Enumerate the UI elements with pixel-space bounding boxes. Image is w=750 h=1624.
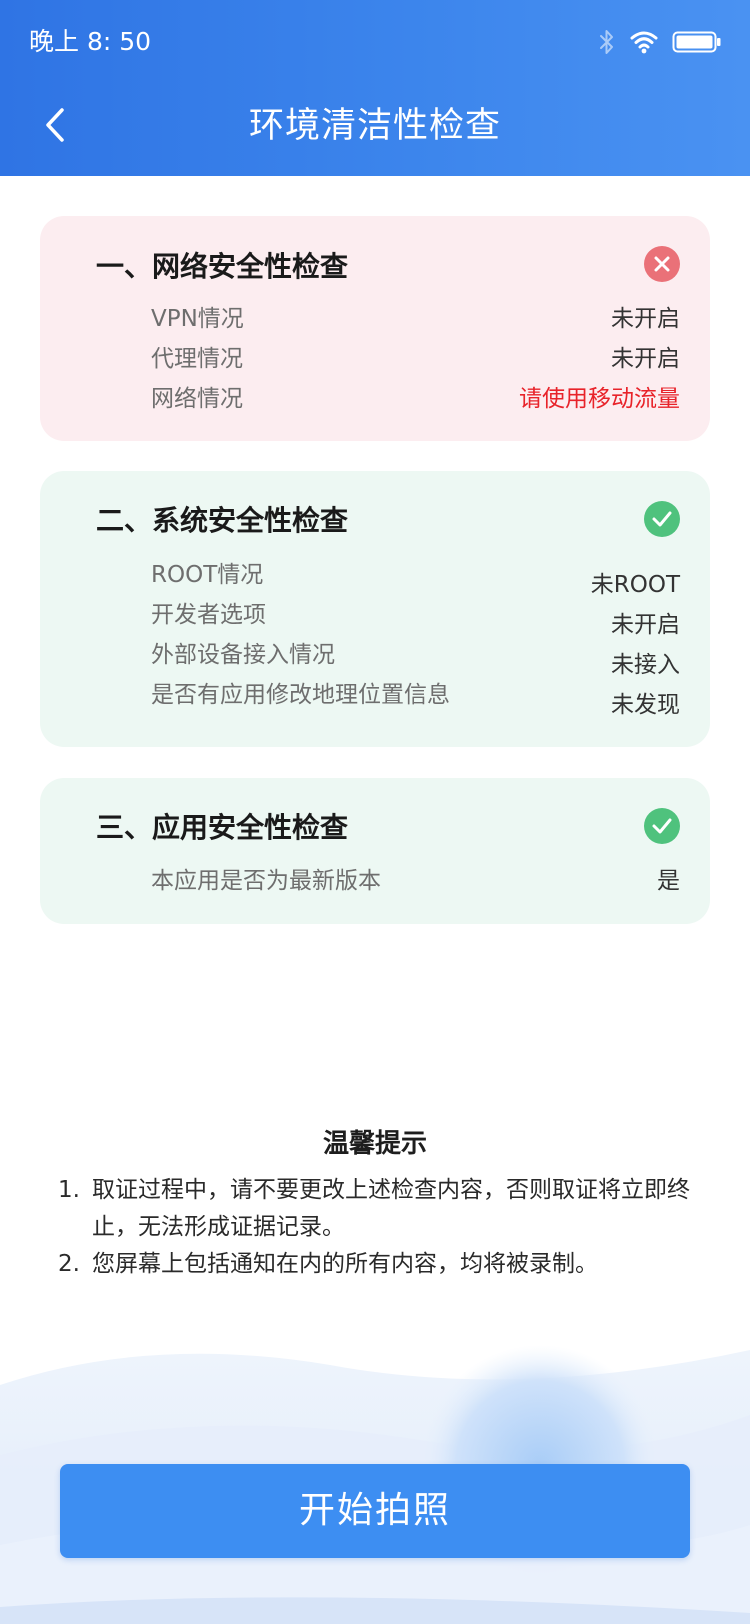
check-circle-icon — [644, 808, 680, 844]
row-value-developer: 未开启 — [611, 612, 680, 638]
row-label-location: 是否有应用修改地理位置信息 — [151, 682, 450, 708]
app-security-card: 三、应用安全性检查 本应用是否为最新版本 是 — [40, 778, 710, 924]
section-title: 三、应用安全性检查 — [96, 811, 349, 844]
tips-list: 1. 取证过程中，请不要更改上述检查内容，否则取证将立即终止，无法形成证据记录。… — [58, 1172, 698, 1283]
row-label-external-device: 外部设备接入情况 — [151, 642, 335, 668]
row-label-developer: 开发者选项 — [151, 602, 266, 628]
row-value-network-warning: 请使用移动流量 — [519, 386, 680, 412]
start-photo-button[interactable]: 开始拍照 — [60, 1464, 690, 1558]
list-number: 2. — [58, 1251, 80, 1277]
row-label-latest-version: 本应用是否为最新版本 — [151, 868, 381, 894]
list-number: 1. — [58, 1177, 80, 1203]
system-security-card: 二、系统安全性检查 ROOT情况 未ROOT 开发者选项 未开启 外部设备接入情… — [40, 471, 710, 747]
row-label-network: 网络情况 — [151, 386, 243, 412]
status-time: 晚上 8: 50 — [29, 27, 152, 56]
row-value-external-device: 未接入 — [611, 652, 680, 678]
list-item: 2. 您屏幕上包括通知在内的所有内容，均将被录制。 — [58, 1246, 698, 1283]
row-label-vpn: VPN情况 — [151, 306, 244, 332]
row-value-location: 未发现 — [611, 692, 680, 718]
section-title: 一、网络安全性检查 — [96, 250, 349, 283]
tip-text: 您屏幕上包括通知在内的所有内容，均将被录制。 — [92, 1251, 598, 1277]
close-circle-icon — [644, 246, 680, 282]
network-security-card: 一、网络安全性检查 VPN情况 未开启 代理情况 未开启 网络情况 请使用移动流… — [40, 216, 710, 441]
row-label-root: ROOT情况 — [151, 562, 264, 588]
page-title: 环境清洁性检查 — [248, 106, 501, 146]
row-value-vpn: 未开启 — [611, 306, 680, 332]
list-item: 1. 取证过程中，请不要更改上述检查内容，否则取证将立即终止，无法形成证据记录。 — [58, 1172, 698, 1246]
battery-icon — [672, 30, 722, 54]
tips-title: 温馨提示 — [322, 1129, 427, 1159]
header: 晚上 8: 50 环境清洁性检查 — [0, 0, 750, 176]
row-label-proxy: 代理情况 — [151, 346, 243, 372]
row-value-latest-version: 是 — [657, 868, 680, 894]
wifi-icon — [630, 30, 658, 54]
tip-text: 取证过程中，请不要更改上述检查内容，否则取证将立即终止，无法形成证据记录。 — [92, 1177, 690, 1240]
row-value-proxy: 未开启 — [611, 346, 680, 372]
bluetooth-icon — [598, 28, 616, 56]
row-value-root: 未ROOT — [590, 572, 680, 598]
check-circle-icon — [644, 501, 680, 537]
section-title: 二、系统安全性检查 — [96, 504, 349, 537]
status-icons — [598, 26, 722, 58]
